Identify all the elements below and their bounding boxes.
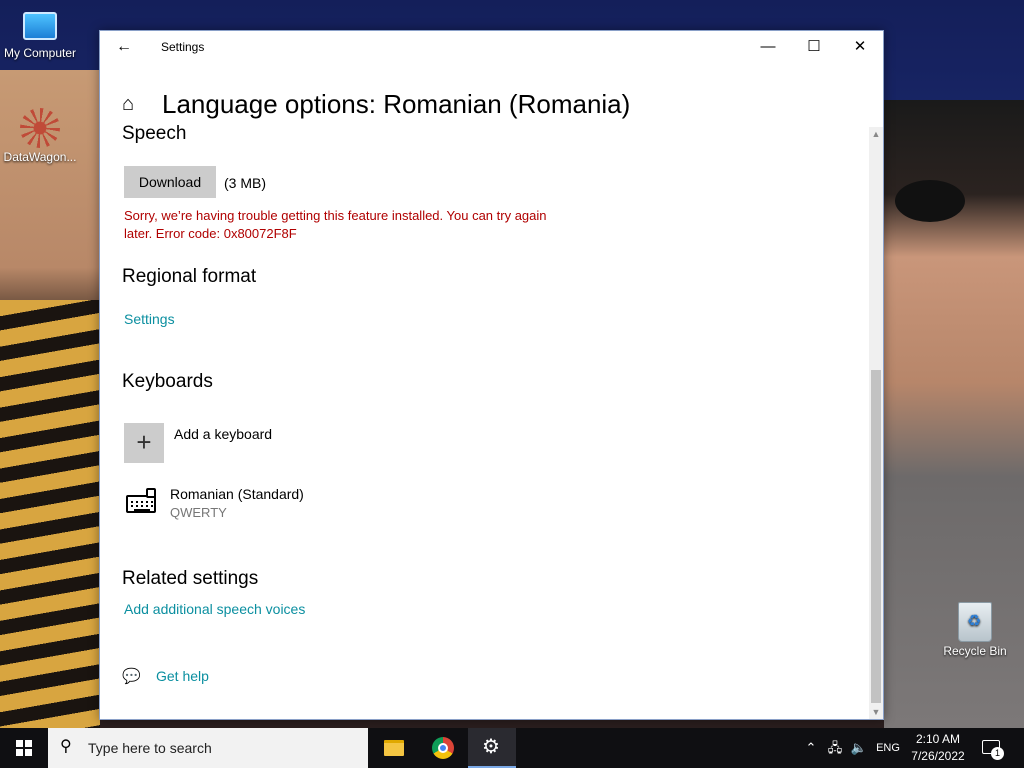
tray-overflow-chevron-icon[interactable]: ⌃ bbox=[800, 728, 822, 768]
vertical-scrollbar[interactable]: ▲ ▼ bbox=[869, 127, 883, 719]
taskbar-chrome[interactable] bbox=[419, 728, 467, 768]
taskbar: ⚲ Type here to search ⚙ ⌃ 🖧 🔈 ENG 2:10 A… bbox=[0, 728, 1024, 768]
desktop-icon-recycle-bin[interactable]: Recycle Bin bbox=[935, 602, 1015, 658]
title-bar[interactable]: ← Settings — ☐ ✕ bbox=[100, 31, 883, 63]
scroll-down-arrow-icon[interactable]: ▼ bbox=[869, 705, 883, 719]
keyboard-lock-icon bbox=[146, 488, 156, 498]
notification-count: 1 bbox=[991, 747, 1004, 760]
plus-icon: + bbox=[136, 427, 152, 457]
window-title: Settings bbox=[161, 40, 205, 54]
back-button[interactable]: ← bbox=[112, 37, 136, 57]
keyboards-heading: Keyboards bbox=[122, 371, 213, 392]
recycle-bin-icon bbox=[958, 602, 992, 642]
start-button[interactable] bbox=[0, 728, 48, 768]
minimize-button[interactable]: — bbox=[745, 31, 791, 63]
action-center-button[interactable]: 1 bbox=[980, 736, 1004, 760]
get-help-link[interactable]: Get help bbox=[156, 668, 209, 684]
back-arrow-icon: ← bbox=[116, 38, 132, 55]
scroll-thumb[interactable] bbox=[871, 370, 881, 703]
datawagon-icon bbox=[20, 108, 60, 148]
download-size: (3 MB) bbox=[224, 175, 266, 191]
desktop-icon-datawagon[interactable]: DataWagon... bbox=[0, 108, 80, 164]
error-message: Sorry, we’re having trouble getting this… bbox=[124, 208, 547, 241]
settings-content: Speech Download (3 MB) Sorry, we’re havi… bbox=[100, 121, 870, 719]
close-button[interactable]: ✕ bbox=[837, 31, 883, 63]
search-placeholder: Type here to search bbox=[88, 740, 212, 756]
desktop-icon-label: My Computer bbox=[3, 46, 77, 60]
maximize-icon: ☐ bbox=[807, 38, 821, 55]
chrome-icon bbox=[432, 737, 454, 759]
wallpaper-striped-shirt bbox=[0, 300, 100, 728]
regional-format-heading: Regional format bbox=[122, 266, 257, 287]
add-speech-voices-link[interactable]: Add additional speech voices bbox=[124, 601, 305, 617]
network-icon[interactable]: 🖧 bbox=[824, 728, 846, 768]
taskbar-file-explorer[interactable] bbox=[370, 728, 418, 768]
speech-heading: Speech bbox=[122, 123, 187, 144]
home-icon[interactable]: ⌂ bbox=[122, 93, 144, 115]
volume-icon[interactable]: 🔈 bbox=[848, 728, 870, 768]
add-keyboard-button[interactable]: + bbox=[124, 423, 164, 463]
maximize-button[interactable]: ☐ bbox=[791, 31, 837, 63]
clock-date: 7/26/2022 bbox=[911, 749, 965, 763]
regional-format-settings-link[interactable]: Settings bbox=[124, 311, 175, 327]
computer-icon bbox=[23, 12, 57, 40]
settings-window: ← Settings — ☐ ✕ ⌂ Language options: Rom… bbox=[99, 30, 884, 720]
folder-icon bbox=[384, 740, 404, 756]
wallpaper-sunglasses bbox=[895, 180, 965, 222]
add-keyboard-label[interactable]: Add a keyboard bbox=[174, 426, 272, 442]
taskbar-search-box[interactable]: ⚲ Type here to search bbox=[48, 728, 368, 768]
minimize-icon: — bbox=[760, 38, 776, 55]
input-language-indicator[interactable]: ENG bbox=[872, 728, 904, 768]
gear-icon: ⚙ bbox=[482, 736, 500, 758]
download-button[interactable]: Download bbox=[124, 166, 216, 198]
windows-logo-icon bbox=[16, 740, 32, 756]
desktop-icon-my-computer[interactable]: My Computer bbox=[0, 8, 80, 60]
desktop-icon-label: DataWagon... bbox=[3, 150, 77, 164]
keyboard-item-layout: QWERTY bbox=[170, 505, 227, 520]
close-icon: ✕ bbox=[853, 38, 867, 55]
chat-help-icon: 💬 bbox=[122, 668, 141, 685]
related-settings-heading: Related settings bbox=[122, 568, 259, 589]
scroll-up-arrow-icon[interactable]: ▲ bbox=[869, 127, 883, 141]
clock-time: 2:10 AM bbox=[915, 732, 961, 746]
page-header: ⌂ Language options: Romanian (Romania) bbox=[122, 88, 630, 120]
keyboard-icon bbox=[124, 488, 158, 514]
keyboard-item-name[interactable]: Romanian (Standard) bbox=[170, 486, 304, 502]
taskbar-clock[interactable]: 2:10 AM 7/26/2022 bbox=[905, 731, 971, 765]
desktop-icon-label: Recycle Bin bbox=[943, 644, 1007, 658]
page-title: Language options: Romanian (Romania) bbox=[162, 88, 631, 119]
search-icon: ⚲ bbox=[60, 738, 72, 755]
taskbar-settings[interactable]: ⚙ bbox=[468, 728, 516, 768]
